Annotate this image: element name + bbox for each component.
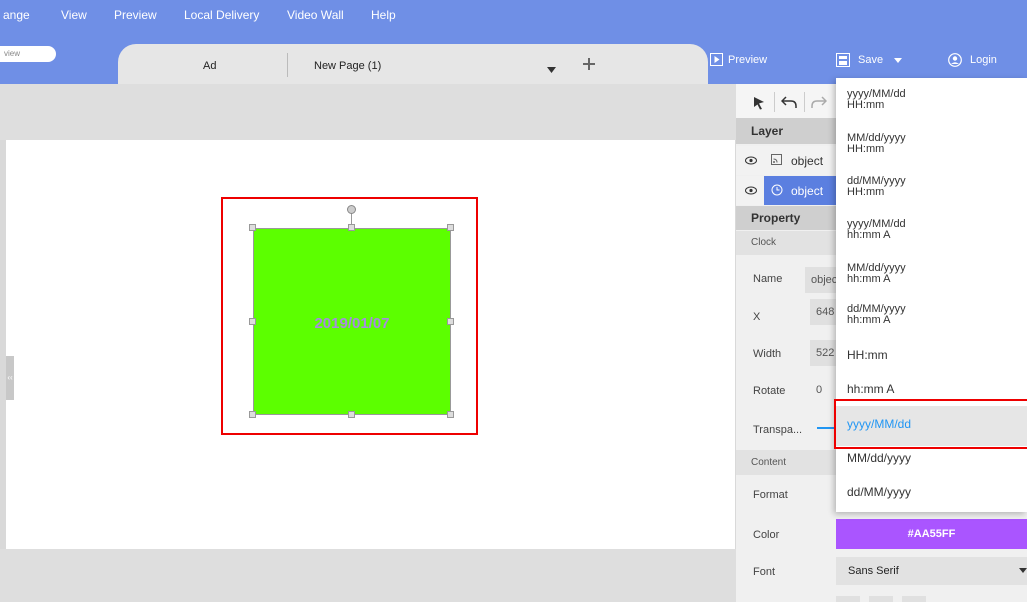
tab-strip: view Ad New Page (1) Preview Save Login	[0, 34, 1027, 84]
style-button[interactable]	[869, 596, 893, 602]
eye-icon[interactable]	[745, 156, 757, 165]
format-option-line: hh:mm A	[847, 273, 891, 285]
format-option[interactable]: dd/MM/yyyy HH:mm	[847, 176, 906, 198]
login-label: Login	[970, 54, 997, 66]
canvas-footer-area	[0, 549, 736, 602]
menu-item-view[interactable]: View	[61, 8, 87, 22]
format-option[interactable]: dd/MM/yyyy hh:mm A	[847, 304, 906, 326]
pointer-icon[interactable]	[753, 96, 765, 110]
format-option-line: hh:mm A	[847, 314, 891, 326]
transparency-label: Transpa...	[753, 424, 803, 436]
name-label: Name	[753, 273, 783, 285]
caret-down-icon[interactable]	[547, 62, 556, 76]
menu-item-preview[interactable]: Preview	[114, 8, 157, 22]
edit-tools	[736, 84, 836, 119]
layer-item-label: object	[791, 154, 824, 168]
name-field[interactable]: objec	[805, 267, 836, 293]
layer-item[interactable]: object	[736, 146, 836, 175]
save-button[interactable]: Save	[836, 53, 903, 67]
x-label: X	[753, 311, 761, 323]
format-option-line: HH:mm	[847, 186, 885, 198]
chevron-down-icon	[894, 57, 903, 63]
format-option-line: HH:mm	[847, 143, 885, 155]
color-picker[interactable]: #AA55FF	[836, 519, 1027, 549]
eye-icon[interactable]	[745, 186, 757, 195]
plus-icon[interactable]	[583, 58, 595, 73]
layer-item-selected[interactable]: object	[736, 176, 836, 205]
format-option-line: HH:mm	[847, 99, 885, 111]
tool-divider	[804, 92, 805, 112]
menu-item-arrange[interactable]: ange	[3, 8, 30, 22]
format-option[interactable]: dd/MM/yyyy	[847, 486, 911, 498]
menu-item-video-wall[interactable]: Video Wall	[287, 8, 344, 22]
rotate-label: Rotate	[753, 385, 786, 397]
canvas-toolbar-area	[0, 84, 736, 140]
x-field[interactable]: 648	[810, 299, 836, 325]
style-button[interactable]	[836, 596, 860, 602]
font-label: Font	[753, 566, 776, 578]
font-select-value: Sans Serif	[848, 565, 899, 577]
collapse-handle[interactable]: ‹‹	[6, 356, 14, 400]
redo-icon[interactable]	[811, 95, 827, 109]
tool-divider	[774, 92, 775, 112]
clock-icon	[771, 184, 783, 196]
format-option[interactable]: hh:mm A	[847, 383, 894, 395]
width-field[interactable]: 522	[810, 340, 836, 366]
selection-highlight	[834, 399, 1027, 449]
user-icon	[948, 53, 962, 67]
format-option[interactable]: yyyy/MM/dd hh:mm A	[847, 219, 906, 241]
layer-item-label: object	[791, 184, 824, 198]
format-option[interactable]: HH:mm	[847, 349, 888, 361]
format-option[interactable]: yyyy/MM/dd HH:mm	[847, 89, 906, 111]
format-option-line: hh:mm A	[847, 229, 891, 241]
style-button[interactable]	[902, 596, 926, 602]
save-icon	[836, 53, 850, 67]
format-option[interactable]: MM/dd/yyyy HH:mm	[847, 133, 906, 155]
menu-item-local-delivery[interactable]: Local Delivery	[184, 8, 259, 22]
preview-label: Preview	[728, 53, 768, 66]
preview-button[interactable]: Preview	[710, 53, 767, 66]
caret-down-icon	[1019, 568, 1027, 573]
tab-ad[interactable]: Ad	[203, 60, 216, 72]
menu-bar: ange View Preview Local Delivery Video W…	[0, 0, 1027, 34]
menu-item-help[interactable]: Help	[371, 8, 396, 22]
preview-toggle[interactable]: view	[0, 46, 56, 62]
font-select[interactable]: Sans Serif	[836, 557, 1027, 585]
play-icon	[710, 53, 723, 66]
undo-icon[interactable]	[781, 95, 797, 109]
color-label: Color	[753, 529, 780, 541]
tab-divider	[287, 53, 288, 77]
tab-new-page[interactable]: New Page (1)	[314, 60, 381, 72]
selection-highlight	[221, 197, 478, 435]
save-label: Save	[858, 54, 884, 66]
rss-icon	[771, 154, 782, 165]
format-option[interactable]: MM/dd/yyyy hh:mm A	[847, 263, 906, 285]
width-label: Width	[753, 348, 782, 360]
rotate-field[interactable]: 0	[810, 377, 836, 403]
login-button[interactable]: Login	[948, 53, 997, 67]
format-option[interactable]: MM/dd/yyyy	[847, 452, 911, 464]
format-label: Format	[753, 489, 788, 501]
